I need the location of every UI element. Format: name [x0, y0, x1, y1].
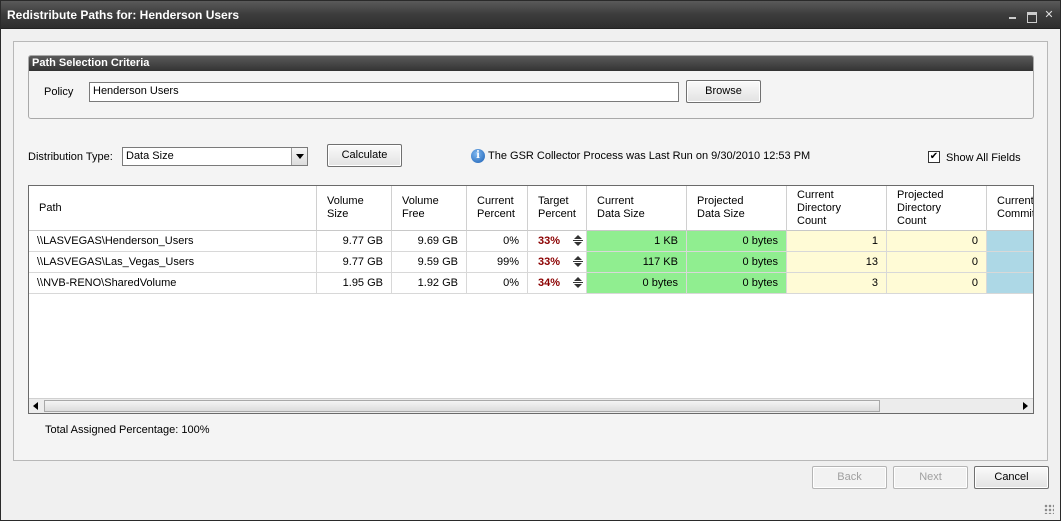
total-assigned-percentage: Total Assigned Percentage: 100%: [45, 424, 210, 436]
table-cell-current-data-size[interactable]: 117 KB: [587, 252, 687, 273]
maximize-icon[interactable]: [1025, 9, 1037, 23]
show-all-fields-checkbox[interactable]: ✔: [928, 151, 940, 163]
distribution-type-label: Distribution Type:: [28, 151, 113, 163]
table-cell-volume-size[interactable]: 9.77 GB: [317, 231, 392, 252]
cancel-button[interactable]: Cancel: [974, 466, 1049, 489]
table-cell-current-data-size[interactable]: 0 bytes: [587, 273, 687, 294]
back-button[interactable]: Back: [812, 466, 887, 489]
table-cell-volume-size[interactable]: 1.95 GB: [317, 273, 392, 294]
spin-arrows-icon[interactable]: [573, 255, 583, 269]
table-cell-current-data-size[interactable]: 1 KB: [587, 231, 687, 252]
scrollbar-thumb[interactable]: [44, 400, 880, 412]
column-header-path[interactable]: Path: [29, 186, 317, 231]
table-cell-path[interactable]: \\NVB-RENO\SharedVolume: [29, 273, 317, 294]
table-cell-current-percent[interactable]: 0%: [467, 231, 528, 252]
close-icon[interactable]: ✕: [1043, 9, 1055, 21]
table-cell-current-percent[interactable]: 0%: [467, 273, 528, 294]
table-cell-projected-directory-count[interactable]: 0: [887, 252, 987, 273]
minimize-icon[interactable]: [1007, 9, 1019, 21]
table-cell-current-percent[interactable]: 99%: [467, 252, 528, 273]
column-header-projected-directory-count[interactable]: Projected Directory Count: [887, 186, 987, 231]
show-all-fields-label: Show All Fields: [946, 152, 1021, 164]
table-cell-projected-directory-count[interactable]: 0: [887, 231, 987, 252]
column-header-current-commit[interactable]: Current Commit: [987, 186, 1033, 231]
table-cell-volume-size[interactable]: 9.77 GB: [317, 252, 392, 273]
table-cell-current-commit[interactable]: [987, 231, 1033, 252]
calculate-button[interactable]: Calculate: [327, 144, 402, 167]
group-header: Path Selection Criteria: [29, 56, 1033, 71]
table-cell-projected-data-size[interactable]: 0 bytes: [687, 273, 787, 294]
table-cell-current-commit[interactable]: [987, 252, 1033, 273]
spin-arrows-icon[interactable]: [573, 276, 583, 290]
table-cell-volume-free[interactable]: 1.92 GB: [392, 273, 467, 294]
column-header-projected-data-size[interactable]: Projected Data Size: [687, 186, 787, 231]
table-cell-volume-free[interactable]: 9.69 GB: [392, 231, 467, 252]
target-percent-value: 34%: [538, 277, 561, 289]
window-title: Redistribute Paths for: Henderson Users: [7, 8, 240, 22]
policy-label: Policy: [44, 86, 74, 98]
table-cell-projected-data-size[interactable]: 0 bytes: [687, 252, 787, 273]
info-icon: i: [471, 149, 485, 163]
table-cell-current-directory-count[interactable]: 13: [787, 252, 887, 273]
column-header-current-directory-count[interactable]: Current Directory Count: [787, 186, 887, 231]
scroll-left-icon[interactable]: [29, 399, 44, 413]
column-header-volume-free[interactable]: Volume Free: [392, 186, 467, 231]
resize-grip-icon[interactable]: [1044, 504, 1054, 514]
column-header-current-data-size[interactable]: Current Data Size: [587, 186, 687, 231]
next-button[interactable]: Next: [893, 466, 968, 489]
table-cell-path[interactable]: \\LASVEGAS\Henderson_Users: [29, 231, 317, 252]
spin-arrows-icon[interactable]: [573, 234, 583, 248]
target-percent-value: 33%: [538, 256, 561, 268]
target-percent-value: 33%: [538, 235, 561, 247]
table-cell-path[interactable]: \\LASVEGAS\Las_Vegas_Users: [29, 252, 317, 273]
paths-grid: Path Volume Size Volume Free Current Per…: [28, 185, 1034, 414]
target-percent-stepper[interactable]: 34%: [528, 273, 587, 294]
table-cell-projected-data-size[interactable]: 0 bytes: [687, 231, 787, 252]
target-percent-stepper[interactable]: 33%: [528, 231, 587, 252]
table-cell-current-directory-count[interactable]: 3: [787, 273, 887, 294]
table-cell-volume-free[interactable]: 9.59 GB: [392, 252, 467, 273]
column-header-current-percent[interactable]: Current Percent: [467, 186, 528, 231]
table-cell-current-commit[interactable]: [987, 273, 1033, 294]
chevron-down-icon[interactable]: [291, 148, 307, 165]
dialog-window: Redistribute Paths for: Henderson Users …: [0, 0, 1061, 521]
info-message: The GSR Collector Process was Last Run o…: [488, 150, 811, 162]
distribution-type-select[interactable]: Data Size: [122, 147, 308, 166]
horizontal-scrollbar[interactable]: [29, 398, 1033, 413]
distribution-type-value: Data Size: [126, 150, 174, 162]
target-percent-stepper[interactable]: 33%: [528, 252, 587, 273]
scroll-right-icon[interactable]: [1018, 399, 1033, 413]
browse-button[interactable]: Browse: [686, 80, 761, 103]
title-bar[interactable]: Redistribute Paths for: Henderson Users …: [1, 1, 1060, 29]
policy-input[interactable]: Henderson Users: [89, 82, 679, 102]
table-cell-current-directory-count[interactable]: 1: [787, 231, 887, 252]
table-cell-projected-directory-count[interactable]: 0: [887, 273, 987, 294]
column-header-target-percent[interactable]: Target Percent: [528, 186, 587, 231]
column-header-volume-size[interactable]: Volume Size: [317, 186, 392, 231]
